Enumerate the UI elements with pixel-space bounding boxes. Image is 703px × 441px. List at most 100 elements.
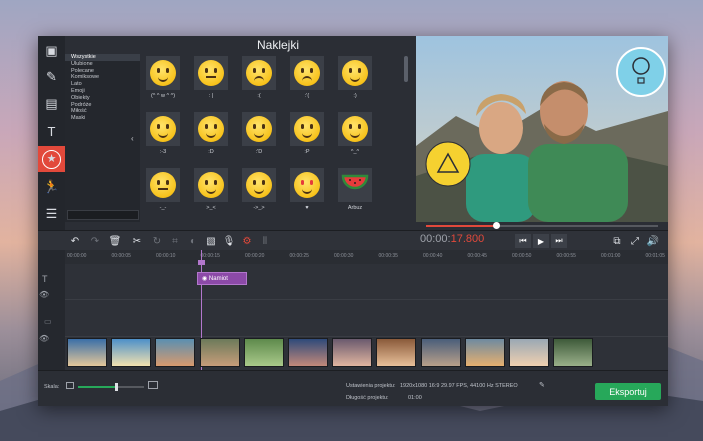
- sticker-thumbnail[interactable]: [146, 112, 180, 146]
- cut-icon[interactable]: ✂: [130, 234, 144, 248]
- sticker-item[interactable]: ^_^: [335, 112, 375, 164]
- transitions-icon[interactable]: ▤: [38, 91, 65, 117]
- timeline-ruler[interactable]: 00:00:00 00:00:05 00:00:10 00:00:15 00:00:20…: [65, 250, 668, 264]
- title-clip[interactable]: ◉ Namiot: [197, 272, 247, 285]
- tent-sticker[interactable]: [425, 141, 471, 187]
- sticker-item[interactable]: Arbuz: [335, 168, 375, 220]
- zoom-in-icon[interactable]: [148, 381, 158, 389]
- undo-icon[interactable]: ↶: [68, 234, 82, 248]
- video-clip-thumbnail[interactable]: [420, 338, 461, 367]
- title-track-icon[interactable]: T: [42, 274, 48, 284]
- video-clip-thumbnail[interactable]: [509, 338, 549, 367]
- sticker-item[interactable]: (^ ^ w ^ ^): [143, 56, 183, 108]
- sticker-item[interactable]: :D: [191, 112, 231, 164]
- sticker-thumbnail[interactable]: [242, 56, 276, 90]
- titles-icon[interactable]: T: [38, 118, 65, 144]
- progress-knob[interactable]: [492, 222, 500, 229]
- volume-icon[interactable]: 🔊: [646, 234, 660, 248]
- sticker-thumbnail[interactable]: [290, 112, 324, 146]
- category-item[interactable]: Lato: [65, 81, 140, 88]
- sticker-thumbnail[interactable]: [338, 112, 372, 146]
- sticker-thumbnail[interactable]: [146, 56, 180, 90]
- edit-settings-icon[interactable]: ✎: [539, 381, 545, 389]
- video-clip-thumbnail[interactable]: [376, 338, 417, 367]
- sticker-thumbnail[interactable]: [290, 168, 324, 202]
- popout-icon[interactable]: ⧉: [610, 234, 624, 248]
- squint-emoji-icon: [198, 172, 224, 198]
- sticker-item[interactable]: :): [335, 56, 375, 108]
- stickers-icon[interactable]: ★: [38, 146, 65, 172]
- category-item[interactable]: Ulubione: [65, 61, 140, 68]
- collapse-panel-icon[interactable]: ‹: [131, 134, 134, 143]
- video-clip-thumbnail[interactable]: [288, 338, 328, 367]
- sticker-item[interactable]: :'D: [239, 112, 279, 164]
- category-item[interactable]: Wszystkie: [65, 54, 140, 61]
- previous-frame-button[interactable]: ⏮: [515, 234, 531, 248]
- video-clip-thumbnail[interactable]: [111, 338, 152, 367]
- category-item[interactable]: Komiksowe: [65, 74, 140, 81]
- color-adjust-icon[interactable]: ◐: [186, 234, 200, 248]
- category-item[interactable]: Emoji: [65, 88, 140, 95]
- left-toolbar: ▣ ✎ ▤ T ★ 🏃 ☰: [38, 36, 65, 230]
- sticker-thumbnail[interactable]: [194, 56, 228, 90]
- delete-icon[interactable]: 🗑: [108, 234, 122, 248]
- playback-progress[interactable]: [416, 222, 668, 230]
- scale-slider[interactable]: [78, 383, 144, 391]
- import-icon[interactable]: ▣: [38, 38, 65, 64]
- sticker-item[interactable]: :-3: [143, 112, 183, 164]
- video-clip-thumbnail[interactable]: [464, 338, 505, 367]
- sticker-item[interactable]: :'(: [287, 56, 327, 108]
- equalizer-icon[interactable]: ⦀: [258, 234, 272, 248]
- rotate-icon[interactable]: ↻: [150, 234, 164, 248]
- video-clip-thumbnail[interactable]: [155, 338, 196, 367]
- sticker-thumbnail[interactable]: [242, 168, 276, 202]
- sticker-thumbnail[interactable]: [194, 168, 228, 202]
- sticker-item[interactable]: >_<: [191, 168, 231, 220]
- category-item[interactable]: Obiekty: [65, 95, 140, 102]
- animation-icon[interactable]: 🏃: [38, 174, 65, 200]
- sticker-item[interactable]: :P: [287, 112, 327, 164]
- playhead-handle[interactable]: [198, 260, 205, 265]
- video-clip-thumbnail[interactable]: [332, 338, 373, 367]
- zoom-out-icon[interactable]: [66, 382, 74, 389]
- video-clip-thumbnail[interactable]: [553, 338, 594, 367]
- sticker-item[interactable]: :(: [239, 56, 279, 108]
- sticker-thumbnail[interactable]: [338, 168, 372, 202]
- video-clip-thumbnail[interactable]: [243, 338, 284, 367]
- category-search-field[interactable]: [67, 210, 139, 220]
- microphone-icon[interactable]: 🎙: [222, 234, 236, 248]
- sticker-thumbnail[interactable]: [242, 112, 276, 146]
- sticker-thumbnail[interactable]: [338, 56, 372, 90]
- crop-icon[interactable]: ⌗: [168, 234, 182, 248]
- fullscreen-icon[interactable]: ⤢: [628, 234, 642, 248]
- love-emoji-icon: [294, 172, 320, 198]
- export-button[interactable]: Eksportuj: [595, 383, 661, 400]
- sticker-item[interactable]: ♥: [287, 168, 327, 220]
- filters-wand-icon[interactable]: ✎: [38, 64, 65, 90]
- next-frame-button[interactable]: ⏭: [551, 234, 567, 248]
- category-item[interactable]: Podróże: [65, 102, 140, 109]
- sticker-thumbnail[interactable]: [146, 168, 180, 202]
- overlay-visibility-icon[interactable]: 👁: [39, 334, 49, 343]
- overlay-track-icon[interactable]: ▭: [44, 317, 52, 326]
- balloon-sticker[interactable]: [616, 47, 666, 97]
- video-clip-thumbnail[interactable]: [67, 338, 107, 367]
- track-visibility-icon[interactable]: 👁: [39, 290, 49, 299]
- more-tools-icon[interactable]: ☰: [38, 201, 65, 227]
- sticker-thumbnail[interactable]: [194, 112, 228, 146]
- ruler-tick: 00:00:30: [334, 253, 354, 259]
- image-icon[interactable]: ▧: [204, 234, 218, 248]
- redo-icon[interactable]: ↷: [88, 234, 102, 248]
- sticker-caption: :'(: [304, 93, 310, 99]
- video-clip-thumbnail[interactable]: [199, 338, 240, 367]
- category-item[interactable]: Miłość: [65, 108, 140, 115]
- sticker-scrollbar[interactable]: [404, 56, 408, 82]
- sticker-item[interactable]: -_-: [143, 168, 183, 220]
- play-button[interactable]: ▶: [533, 234, 549, 248]
- sticker-thumbnail[interactable]: [290, 56, 324, 90]
- category-item[interactable]: Polecane: [65, 68, 140, 75]
- sticker-item[interactable]: : |: [191, 56, 231, 108]
- sticker-item[interactable]: ->_>: [239, 168, 279, 220]
- settings-gear-icon[interactable]: ⚙: [240, 234, 254, 248]
- category-item[interactable]: Maski: [65, 115, 140, 122]
